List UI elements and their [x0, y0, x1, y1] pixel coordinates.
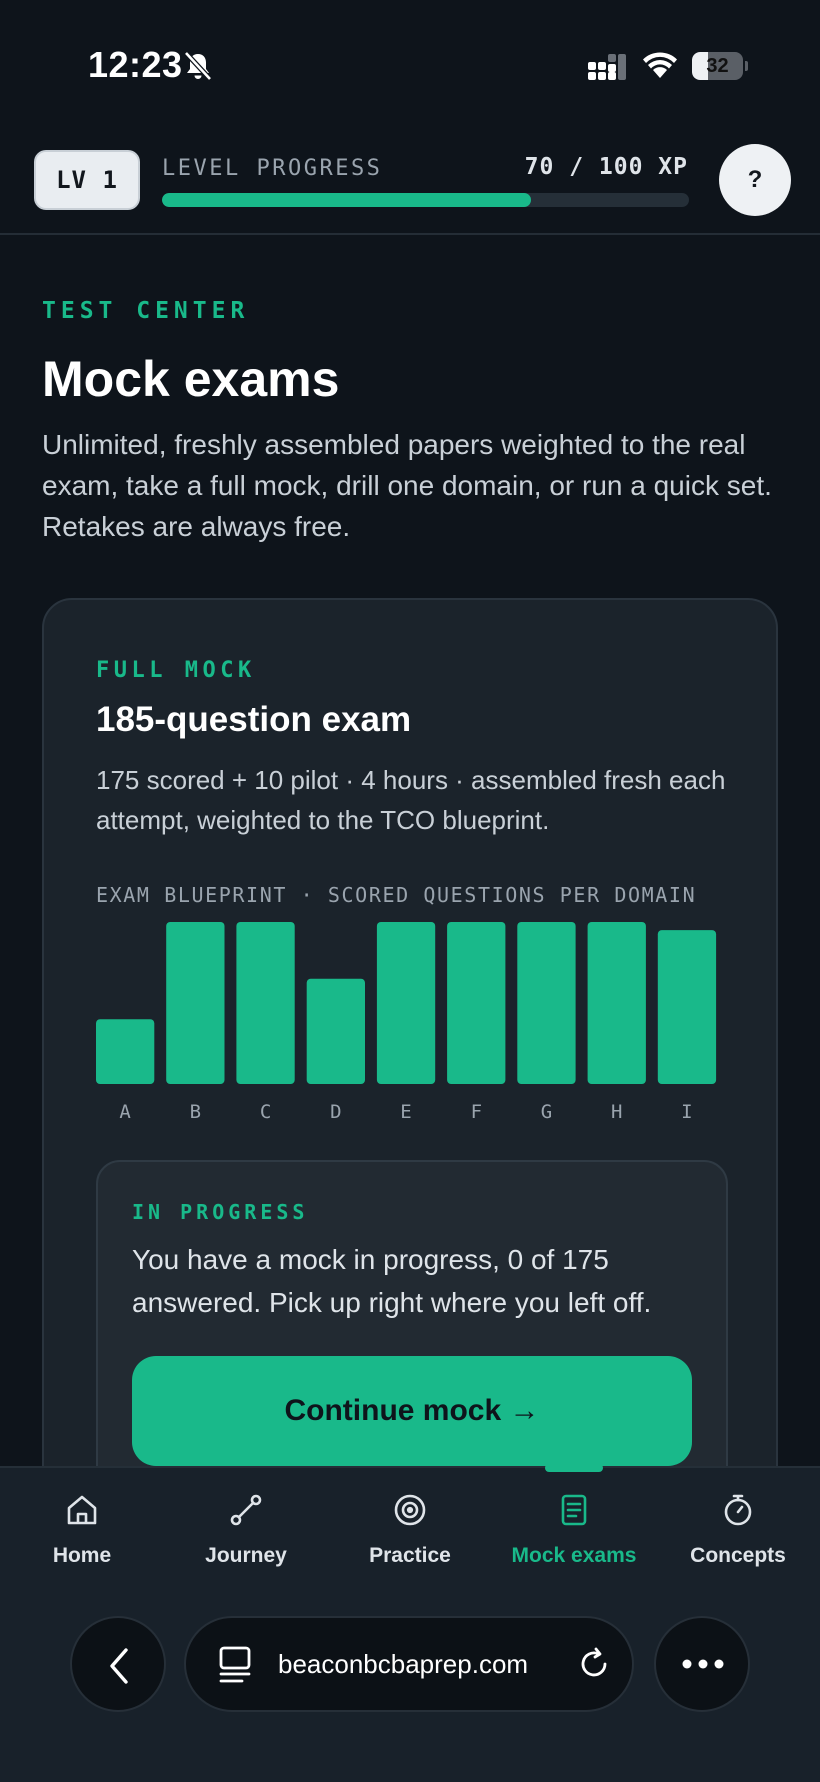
- route-icon: [230, 1494, 262, 1526]
- target-icon: [394, 1494, 426, 1526]
- nav-item-mock-exams[interactable]: Mock exams: [492, 1468, 656, 1588]
- url-text: beaconbcbaprep.com: [278, 1649, 529, 1679]
- chart-bar-h: [587, 922, 646, 1084]
- chart-tick-label: A: [119, 1101, 131, 1123]
- bottom-nav: Home Journey Practice Mock exams Concept…: [0, 1464, 820, 1588]
- level-progress-label: LEVEL PROGRESS: [162, 156, 383, 181]
- help-button[interactable]: ?: [719, 144, 791, 216]
- level-progress-bar: [162, 193, 689, 207]
- chart-tick-label: H: [611, 1101, 622, 1123]
- section-eyebrow: TEST CENTER: [42, 298, 250, 324]
- nav-label: Home: [52, 1544, 112, 1567]
- nav-label: Practice: [369, 1544, 451, 1567]
- reload-icon[interactable]: [576, 1646, 612, 1682]
- level-header: LV 1 LEVEL PROGRESS 70 / 100 XP ?: [0, 130, 820, 235]
- more-icon: [682, 1659, 724, 1669]
- full-mock-card: FULL MOCK 185-question exam 175 scored +…: [42, 598, 778, 1520]
- chart-tick-label: G: [541, 1101, 552, 1123]
- card-eyebrow: FULL MOCK: [96, 658, 256, 683]
- signal-icon: [588, 54, 626, 80]
- nav-label: Journey: [205, 1544, 287, 1567]
- document-icon: [561, 1494, 587, 1526]
- chart-bar-i: [657, 930, 717, 1084]
- status-time: 12:23: [88, 44, 183, 85]
- nav-item-practice[interactable]: Practice: [328, 1468, 492, 1588]
- card-title: 185-question exam: [96, 700, 412, 739]
- chart-bar-e: [376, 922, 436, 1084]
- status-bar: 12:23 32: [0, 0, 820, 130]
- card-description: 175 scored + 10 pilot · 4 hours · assemb…: [96, 765, 726, 835]
- nav-item-home[interactable]: Home: [0, 1468, 164, 1588]
- blueprint-chart: A B C D E F G H I: [96, 922, 717, 1123]
- page-description: Unlimited, freshly assembled papers weig…: [42, 429, 772, 542]
- nav-label: Concepts: [690, 1544, 786, 1567]
- blueprint-label: EXAM BLUEPRINT · SCORED QUESTIONS PER DO…: [96, 883, 697, 907]
- chart-tick-label: B: [190, 1101, 201, 1123]
- browser-bar: beaconbcbaprep.com: [0, 1586, 820, 1782]
- nav-item-concepts[interactable]: Concepts: [656, 1468, 820, 1588]
- chart-bar-c: [236, 922, 295, 1084]
- chart-bar-g: [517, 922, 576, 1084]
- chart-bar-f: [447, 922, 506, 1084]
- chart-tick-label: I: [681, 1101, 692, 1123]
- battery-percent: 32: [706, 55, 729, 77]
- chart-tick-label: F: [471, 1101, 482, 1123]
- stopwatch-icon: [724, 1494, 752, 1526]
- chart-tick-label: E: [400, 1101, 411, 1123]
- level-badge: LV 1: [34, 150, 140, 210]
- nav-item-journey[interactable]: Journey: [164, 1468, 328, 1588]
- continue-mock-button[interactable]: Continue mock →: [132, 1356, 692, 1466]
- battery-icon: 32: [692, 52, 748, 80]
- chart-bar-a: [96, 1019, 155, 1084]
- address-bar[interactable]: beaconbcbaprep.com: [184, 1616, 634, 1712]
- in-progress-eyebrow: IN PROGRESS: [132, 1200, 309, 1224]
- in-progress-text: You have a mock in progress, 0 of 175 an…: [132, 1244, 652, 1318]
- nav-label: Mock exams: [511, 1544, 637, 1567]
- tabs-icon: [219, 1646, 251, 1683]
- page-title: Mock exams: [42, 351, 340, 407]
- browser-back-button[interactable]: [70, 1616, 166, 1712]
- more-options-button[interactable]: [654, 1616, 750, 1712]
- chevron-left-icon: [110, 1648, 128, 1684]
- bell-slash-icon: [184, 51, 212, 81]
- wifi-icon: [643, 52, 677, 78]
- chart-bar-b: [166, 922, 225, 1084]
- chart-bar-d: [306, 978, 365, 1084]
- level-progress-fill: [162, 193, 531, 207]
- home-icon: [67, 1495, 97, 1525]
- chart-tick-label: D: [330, 1101, 341, 1123]
- xp-counter: 70 / 100 XP: [524, 154, 688, 180]
- chart-tick-label: C: [260, 1101, 271, 1123]
